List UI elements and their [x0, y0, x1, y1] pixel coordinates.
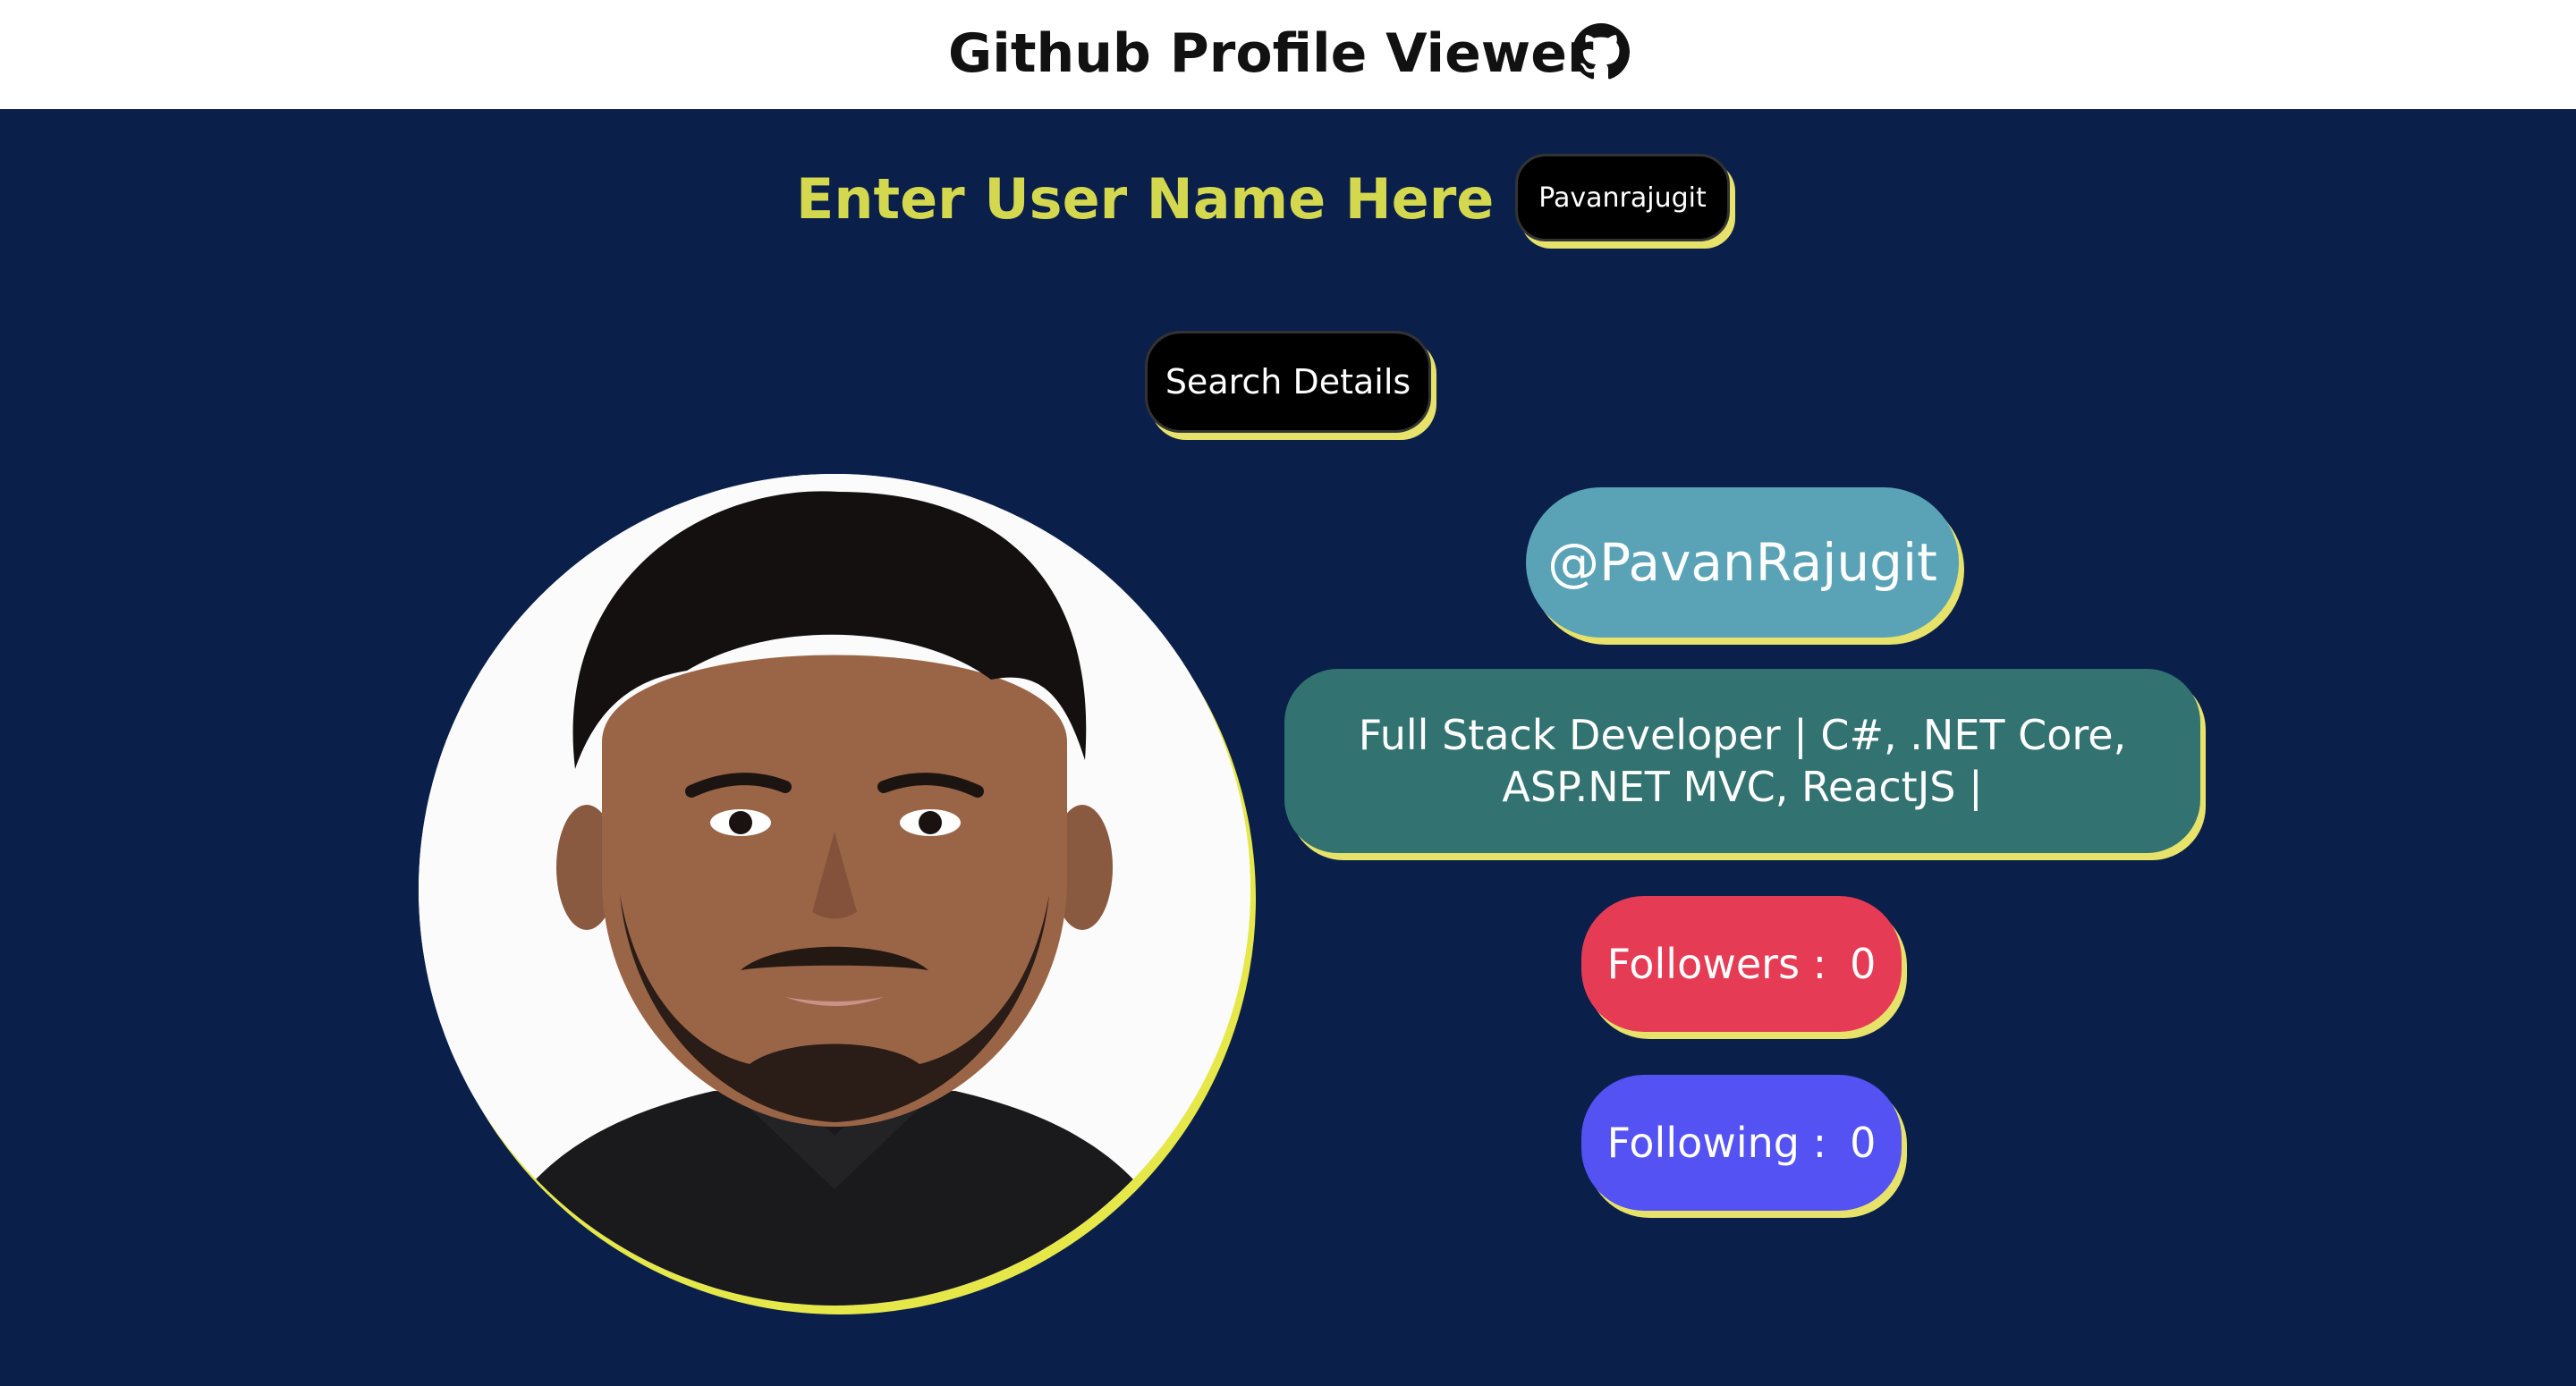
following-badge: Following : 0: [1581, 1075, 1902, 1211]
username-input[interactable]: [1515, 154, 1730, 241]
following-label: Following :: [1606, 1119, 1827, 1167]
avatar-photo: [419, 474, 1250, 1306]
following-count: 0: [1850, 1119, 1877, 1167]
profile-bio-text: Full Stack Developer | C#, .NET Core, AS…: [1358, 711, 2127, 811]
search-details-button[interactable]: Search Details: [1145, 331, 1431, 433]
github-icon[interactable]: [1572, 23, 1630, 80]
app-title: Github Profile Viewer: [948, 22, 1594, 85]
followers-count: 0: [1850, 940, 1877, 988]
followers-badge: Followers : 0: [1581, 896, 1902, 1032]
username-prompt-label: Enter User Name Here - >: [796, 166, 1603, 232]
followers-label: Followers :: [1606, 940, 1827, 988]
profile-bio-card: Full Stack Developer | C#, .NET Core, AS…: [1284, 669, 2200, 853]
app-header: Github Profile Viewer: [0, 0, 2576, 109]
profile-login-text: @PavanRajugit: [1547, 532, 1937, 593]
profile-login-badge: @PavanRajugit: [1526, 487, 1959, 638]
avatar: [419, 474, 1250, 1306]
